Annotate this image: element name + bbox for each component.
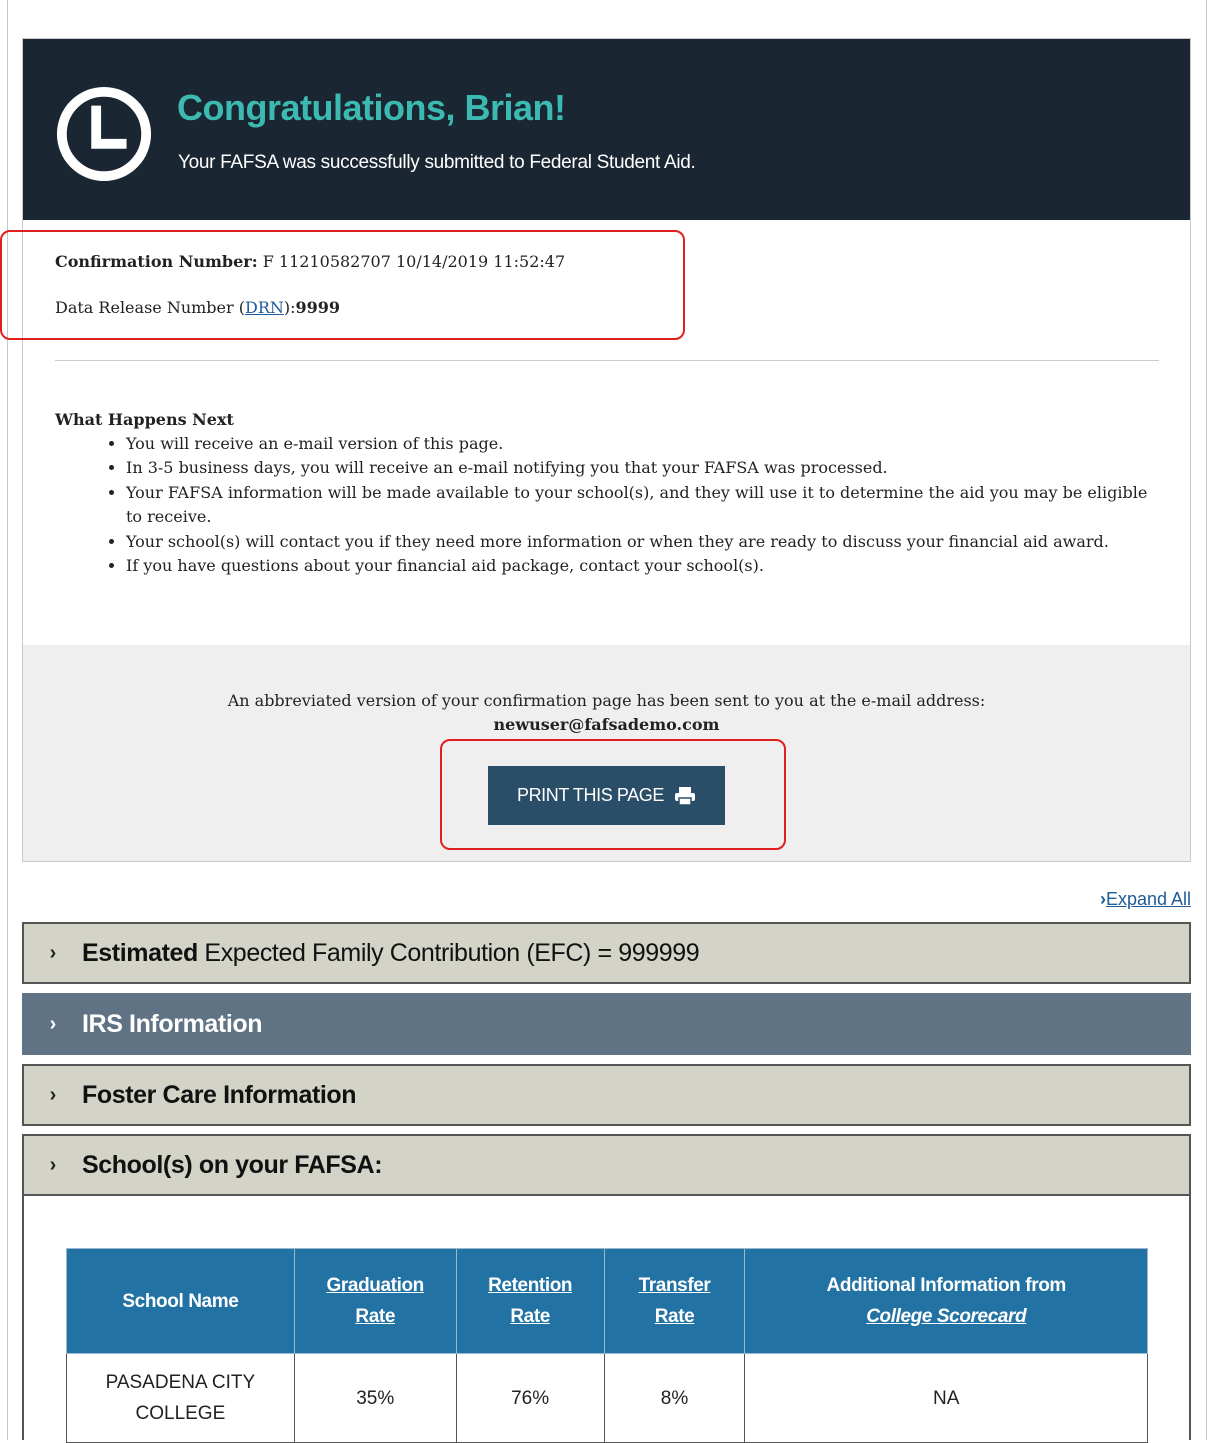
efc-rest-label: Expected Family Contribution (EFC) = 999… — [197, 938, 700, 967]
cell-graduation-rate: 35% — [293, 1353, 457, 1443]
accordion-efc-label: Estimated Expected Family Contribution (… — [82, 938, 700, 968]
accordion-schools-label: School(s) on your FAFSA: — [82, 1150, 383, 1179]
chevron-right-icon: › — [49, 1083, 57, 1106]
graduation-label-1: Graduation — [326, 1275, 425, 1296]
expand-all-label: Expand All — [1105, 889, 1191, 909]
email-notice-text: An abbreviated version of your confirmat… — [227, 691, 986, 710]
efc-bold-label: Estimated — [82, 938, 198, 967]
college-scorecard-link[interactable]: College Scorecard — [866, 1306, 1026, 1327]
chevron-right-icon: › — [49, 941, 57, 964]
accordion-irs[interactable]: › IRS Information — [22, 993, 1191, 1055]
header-graduation-rate[interactable]: Graduation Rate — [293, 1248, 457, 1354]
expand-all-link[interactable]: ›Expand All — [1100, 889, 1191, 910]
list-item: If you have questions about your financi… — [126, 554, 1159, 578]
retention-label-1: Retention — [488, 1275, 573, 1296]
schools-panel: School Name Graduation Rate Retention Rate… — [22, 1196, 1191, 1443]
accordion-schools[interactable]: › School(s) on your FAFSA: — [22, 1134, 1191, 1196]
divider — [55, 360, 1159, 361]
highlight-print-button — [440, 739, 786, 850]
table-row: PASADENA CITY COLLEGE 35% 76% 8% NA — [66, 1353, 1148, 1443]
transfer-label-1: Transfer — [638, 1275, 711, 1296]
list-item: Your FAFSA information will be made avai… — [126, 481, 1159, 530]
school-name-line-2: COLLEGE — [135, 1403, 226, 1424]
school-name-line-1: PASADENA CITY — [105, 1372, 256, 1393]
hero-title: Congratulations, Brian! — [177, 87, 566, 128]
header-school-name: School Name — [66, 1248, 295, 1354]
cell-additional-info: NA — [744, 1353, 1148, 1443]
email-address: newuser@fafsademo.com — [493, 715, 720, 734]
accordion-foster-label: Foster Care Information — [82, 1080, 357, 1109]
retention-label-2: Rate — [510, 1306, 550, 1327]
clock-icon — [56, 86, 152, 182]
what-happens-next-title: What Happens Next — [55, 410, 234, 429]
list-item: You will receive an e-mail version of th… — [126, 432, 1159, 456]
header-additional-info: Additional Information from College Score… — [744, 1248, 1148, 1354]
accordion-foster-care[interactable]: › Foster Care Information — [22, 1064, 1191, 1126]
cell-transfer-rate: 8% — [603, 1353, 746, 1443]
accordion-irs-label: IRS Information — [82, 1009, 263, 1038]
additional-info-label: Additional Information from — [826, 1275, 1067, 1296]
header-transfer-rate[interactable]: Transfer Rate — [603, 1248, 746, 1354]
hero-banner: Congratulations, Brian! Your FAFSA was s… — [23, 39, 1190, 220]
highlight-confirmation — [0, 230, 685, 340]
accordion-efc[interactable]: › Estimated Expected Family Contribution… — [22, 922, 1191, 984]
email-notice: An abbreviated version of your confirmat… — [23, 689, 1190, 737]
cell-school-name: PASADENA CITY COLLEGE — [66, 1353, 295, 1443]
schools-table: School Name Graduation Rate Retention Rate… — [66, 1248, 1148, 1443]
header-retention-rate[interactable]: Retention Rate — [455, 1248, 605, 1354]
graduation-label-2: Rate — [355, 1306, 396, 1327]
chevron-right-icon: › — [49, 1012, 57, 1035]
list-item: In 3-5 business days, you will receive a… — [126, 456, 1159, 480]
table-header-row: School Name Graduation Rate Retention Rate… — [66, 1248, 1148, 1354]
hero-subtitle: Your FAFSA was successfully submitted to… — [178, 152, 696, 173]
transfer-label-2: Rate — [654, 1306, 695, 1327]
chevron-right-icon: › — [49, 1153, 57, 1176]
what-happens-next-list: You will receive an e-mail version of th… — [55, 432, 1159, 578]
cell-retention-rate: 76% — [455, 1353, 605, 1443]
list-item: Your school(s) will contact you if they … — [126, 530, 1159, 554]
